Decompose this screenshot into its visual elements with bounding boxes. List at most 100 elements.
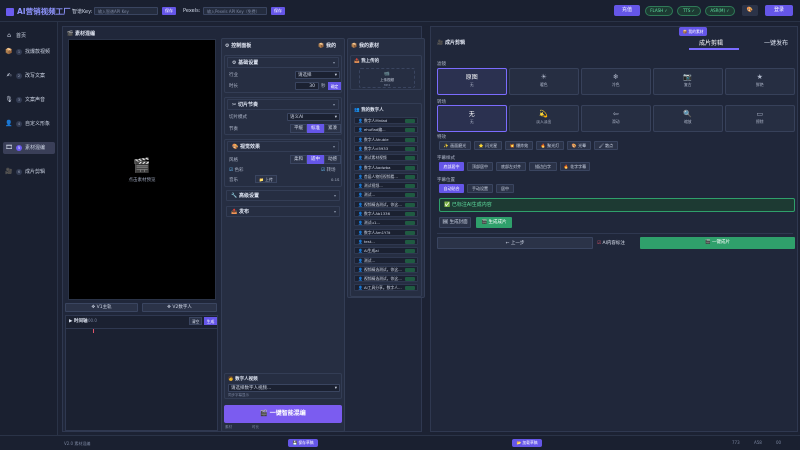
- list-item[interactable]: 👤 视频精选测试。你这...: [354, 200, 418, 208]
- key-input[interactable]: 输入智谱API Key: [94, 7, 158, 15]
- list-item[interactable]: 👤 测试...: [354, 256, 418, 264]
- list-item[interactable]: 👤 测试...: [354, 191, 418, 199]
- transition-option[interactable]: 💫 淡入淡出: [509, 105, 579, 132]
- generate-cover-button[interactable]: 🖼 生成封面: [439, 217, 471, 228]
- filter-option[interactable]: 原图无: [437, 68, 507, 95]
- subtitle-option[interactable]: 顶部居中: [467, 162, 493, 171]
- position-option[interactable]: 手动设置: [467, 184, 493, 193]
- visual-header[interactable]: 🎨 视觉效果 ▾: [227, 141, 339, 152]
- effect-option[interactable]: ⭐ 闪光星: [474, 141, 502, 150]
- sidebar-item-voice[interactable]: 🎙 3 文案声音: [3, 94, 55, 106]
- timeline-generate-button[interactable]: 生成: [204, 317, 217, 325]
- ai-label-checkbox[interactable]: ☑ AI内容标注: [597, 240, 625, 246]
- sidebar-item-find[interactable]: 📦 1 找爆款视频: [3, 46, 55, 58]
- sidebar-item-avatar[interactable]: 👤 4 自定义形象: [3, 118, 55, 130]
- pexels-input[interactable]: 输入Pexels API Key（免费）: [203, 7, 267, 15]
- position-option[interactable]: 自动贴合: [439, 184, 464, 193]
- v1-track-button[interactable]: ✥ V1主轨: [65, 303, 138, 312]
- duration-input[interactable]: 30: [295, 82, 319, 90]
- publish-header[interactable]: 📤 发布 ▾: [226, 206, 340, 217]
- list-item[interactable]: 👤 test...: [354, 237, 418, 245]
- industry-select[interactable]: 请选择 ▾: [295, 71, 340, 79]
- list-item[interactable]: 👤 ehuflad编...: [354, 126, 418, 134]
- effect-option[interactable]: 🖌 散点: [594, 141, 618, 150]
- list-item[interactable]: 👤 AI生成ai: [354, 247, 418, 255]
- list-item[interactable]: 👤 测试素材视频: [354, 154, 418, 162]
- effect-option[interactable]: 🔥 聚光灯: [536, 141, 564, 150]
- subtitle-option[interactable]: 底部左对齐: [496, 162, 526, 171]
- tab-edit[interactable]: 成片剪辑: [699, 38, 723, 47]
- digital-human-select[interactable]: 请选择数字人视频... ▾: [228, 384, 340, 392]
- transition-icon: ▭: [756, 110, 764, 118]
- tempo-option-slow[interactable]: 平缓: [290, 124, 307, 133]
- list-item[interactable]: 👤 数字人Ahuble: [354, 135, 418, 143]
- login-label: 登录: [773, 7, 784, 13]
- advanced-header[interactable]: 🔧 高级设置 ▾: [226, 190, 340, 201]
- recharge-button[interactable]: 充值: [614, 5, 640, 16]
- list-item[interactable]: 👤 数字人ci5933: [354, 144, 418, 152]
- tempo-option-standard[interactable]: 标准: [307, 124, 324, 133]
- list-item[interactable]: 👤 视频精选测试。你这...: [354, 265, 418, 273]
- subtitle-option[interactable]: 描边白字: [529, 162, 557, 171]
- pexels-save-button[interactable]: 保存: [271, 7, 285, 15]
- my-materials-badge[interactable]: 📦 我的素材: [679, 27, 707, 36]
- style-option-medium[interactable]: 适中: [307, 155, 324, 164]
- footer-stat-b: 时长: [252, 425, 259, 429]
- generate-video-button[interactable]: 🎬 生成成片: [476, 217, 512, 228]
- transition-option[interactable]: 🔍 缩放: [653, 105, 723, 132]
- effect-option[interactable]: ✨ 画面磨光: [439, 141, 471, 150]
- tab-publish[interactable]: 一键发布: [764, 38, 788, 47]
- key-save-button[interactable]: 保存: [162, 7, 176, 15]
- subtitle-option[interactable]: 🔥 花字字幕: [560, 162, 590, 171]
- effect-option[interactable]: 🎨 光晕: [567, 141, 591, 150]
- duration-confirm-button[interactable]: 确定: [328, 82, 341, 90]
- timeline-clear-button[interactable]: 清空: [189, 317, 202, 325]
- mode-select[interactable]: 语义AI ▾: [287, 113, 340, 121]
- transition-checkbox[interactable]: ☑ 转场: [321, 167, 335, 173]
- list-item[interactable]: 👤 AI工具分享。数字人...: [354, 284, 418, 292]
- oneclick-mix-button[interactable]: 🎬 一键智能混编: [224, 405, 342, 423]
- sidebar-item-rewrite[interactable]: ✍ 2 改写文案: [3, 70, 55, 82]
- sidebar-item-edit[interactable]: 🎥 6 成片剪辑: [3, 166, 55, 178]
- effect-option[interactable]: 💥 爆炸效: [505, 141, 533, 150]
- subtitle-option[interactable]: 底部居中: [439, 162, 464, 171]
- playhead[interactable]: [93, 329, 94, 333]
- filter-option[interactable]: 📷 复古: [653, 68, 723, 95]
- position-option[interactable]: 居中: [496, 184, 514, 193]
- status-asr: ASR(M) ✓: [705, 6, 735, 16]
- basic-settings-header[interactable]: ⚙ 基础设置 ▾: [227, 57, 339, 68]
- list-item[interactable]: 👤 测试u1...: [354, 219, 418, 227]
- prev-step-button[interactable]: ← 上一步: [437, 237, 593, 249]
- transition-option[interactable]: ⇦ 滑动: [581, 105, 651, 132]
- v2-track-button[interactable]: ✥ V2数字人: [142, 303, 217, 312]
- palette-button[interactable]: 🎨: [742, 5, 758, 16]
- style-option-dynamic[interactable]: 动感: [324, 155, 341, 164]
- filter-option[interactable]: ★ 鲜艳: [725, 68, 795, 95]
- color-checkbox[interactable]: ☑ 色彩: [229, 167, 243, 173]
- sidebar-item-mix[interactable]: 🎞 5 素材混编: [3, 142, 55, 154]
- transition-option[interactable]: 无无: [437, 105, 507, 132]
- save-draft-button[interactable]: 💾 保存草稿: [288, 439, 318, 447]
- list-item[interactable]: 👤 首届人物短视频看...: [354, 172, 418, 180]
- rhythm-header[interactable]: ✂ 切片节奏 ▾: [227, 99, 339, 110]
- video-preview[interactable]: 🎬 点击素材预览: [68, 39, 216, 300]
- timeline[interactable]: ▶ 时间轴 00.0 清空 生成: [65, 315, 218, 431]
- sidebar-item-home[interactable]: ⌂ 首页: [3, 30, 55, 42]
- list-item[interactable]: 👤 数字人Am1Y3t: [354, 228, 418, 236]
- filter-option[interactable]: ❄ 冷色: [581, 68, 651, 95]
- my-tab[interactable]: 📦 我的: [318, 42, 336, 49]
- login-button[interactable]: 登录: [765, 5, 793, 16]
- list-item[interactable]: 👤 数字人Aadwba: [354, 163, 418, 171]
- tempo-option-fast[interactable]: 紧凑: [324, 124, 341, 133]
- list-item[interactable]: 👤 测试视频...: [354, 182, 418, 190]
- style-option-soft[interactable]: 柔和: [290, 155, 307, 164]
- filter-option[interactable]: ☀ 暖色: [509, 68, 579, 95]
- upload-dropzone[interactable]: 📹 上传视频 MP4: [359, 68, 415, 88]
- finish-button[interactable]: 🎬 一键成片: [640, 237, 795, 249]
- transition-option[interactable]: ▭ 擦除: [725, 105, 795, 132]
- list-item[interactable]: 👤 数字人Ab1336: [354, 210, 418, 217]
- load-draft-button[interactable]: 📂 加载草稿: [512, 439, 542, 447]
- list-item[interactable]: 👤 视频精选测试。你这...: [354, 275, 418, 283]
- list-item[interactable]: 👤 数字人Mrdad: [354, 117, 418, 124]
- music-upload-button[interactable]: 📁 上传: [255, 175, 277, 183]
